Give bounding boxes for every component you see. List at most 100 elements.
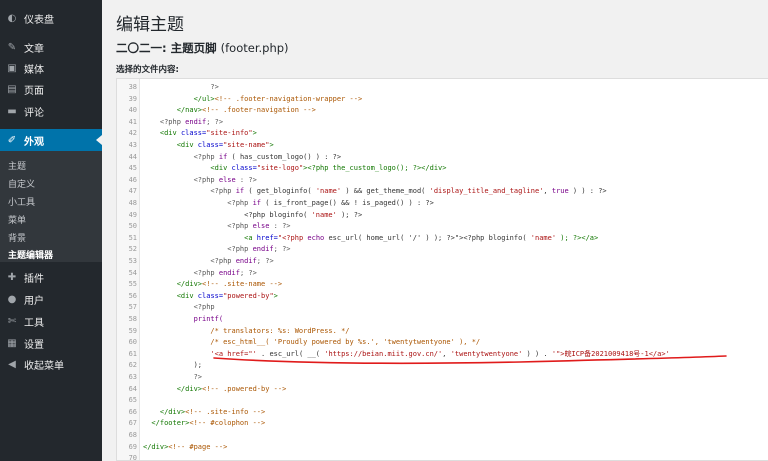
- sidebar-item-paintbrush[interactable]: ✐ 外观: [0, 129, 102, 151]
- code-token: 'name': [311, 210, 337, 219]
- code-line: 59 /* translators: %s: WordPress. */: [117, 326, 768, 336]
- code-token: if: [252, 199, 262, 207]
- code-token: class=: [231, 164, 257, 173]
- code-line: 47 <?php if ( get_bloginfo( 'name' ) && …: [117, 186, 768, 196]
- code-line: 61 '<a href="' . esc_url( __( 'https://b…: [117, 349, 768, 359]
- code-token: 'https://beian.miit.gov.cn/': [324, 349, 443, 358]
- code-token: "<?php: [277, 233, 308, 242]
- code-editor[interactable]: 38 ?> 39 </ul><!-- .footer-navigation-wra…: [116, 78, 768, 461]
- code-text: <?php endif; ?>: [143, 256, 274, 266]
- code-token: "powered-by": [223, 291, 274, 300]
- line-number: 40: [128, 106, 137, 115]
- code-token: 'name': [530, 233, 557, 242]
- sidebar-item-dashboard[interactable]: ◐ 仪表盘: [0, 7, 102, 29]
- file-title-prefix: 二〇二一: 主题页脚: [116, 41, 217, 55]
- code-token: ><?php the_custom_logo(); ?></div>: [303, 164, 447, 173]
- line-number: 62: [128, 361, 137, 370]
- sidebar-item-media[interactable]: ▣ 媒体: [0, 57, 102, 79]
- code-token: ?>: [143, 373, 203, 381]
- code-line: 49 <?php bloginfo( 'name' ); ?>: [117, 210, 768, 220]
- code-token: ) && get_theme_mod(: [341, 187, 430, 196]
- sidebar-item-wrench[interactable]: ✄ 工具: [0, 310, 102, 332]
- code-token: "site-info": [206, 129, 253, 138]
- code-line: 41 <?php endif; ?>: [117, 117, 768, 127]
- file-name: (footer.php): [220, 41, 289, 55]
- code-line: 62 );: [117, 360, 768, 370]
- code-token: class=: [197, 141, 224, 149]
- code-token: <!-- .powered-by -->: [202, 384, 287, 393]
- code-token: </div>: [143, 407, 186, 416]
- code-token: ; ?>: [256, 257, 274, 265]
- code-token: >: [273, 291, 278, 300]
- code-text: <div class="site-logo"><?php the_custom_…: [143, 163, 446, 173]
- submenu-item[interactable]: 主题编辑器: [8, 248, 53, 261]
- code-token: </ul>: [143, 94, 215, 103]
- sidebar-item-settings[interactable]: ▦ 设置: [0, 332, 102, 354]
- code-line: 51 <a href="<?php echo esc_url( home_url…: [117, 233, 768, 243]
- code-token: <div: [143, 291, 198, 300]
- pin-icon: ✎: [7, 41, 17, 53]
- code-text: <?php: [143, 302, 215, 312]
- code-text: <?php else : ?>: [143, 221, 290, 231]
- sidebar-item-comment[interactable]: ▬ 评论: [0, 100, 102, 122]
- code-line: 63 ?>: [117, 372, 768, 382]
- code-token: '<a href="': [143, 349, 257, 358]
- sidebar-item-label: 仪表盘: [24, 14, 54, 26]
- code-token: . esc_url( __(: [256, 349, 325, 358]
- sidebar-item-user[interactable]: ● 用户: [0, 288, 102, 310]
- code-line: 55 </div><!-- .site-name -->: [117, 279, 768, 289]
- code-token: class=: [197, 291, 224, 300]
- code-text: <?php if ( has_custom_logo() ) : ?>: [143, 152, 342, 162]
- sidebar-item-plugin[interactable]: ✚ 插件: [0, 266, 102, 288]
- code-token: <div: [143, 129, 181, 138]
- line-number: 54: [128, 268, 137, 277]
- line-number: 68: [128, 431, 137, 439]
- code-text: <div class="powered-by">: [143, 291, 278, 301]
- file-content-label: 选择的文件内容:: [116, 65, 179, 75]
- code-token: endif: [252, 245, 274, 254]
- sidebar-item-collapse[interactable]: ◀ 收起菜单: [0, 353, 102, 375]
- line-number: 41: [128, 117, 137, 126]
- appearance-submenu: 主题自定义小工具菜单背景主题编辑器: [0, 151, 102, 262]
- submenu-item[interactable]: 菜单: [8, 213, 26, 226]
- line-number: 70: [128, 454, 137, 461]
- code-token: "site-name": [223, 141, 270, 149]
- sidebar-item-label: 文章: [24, 43, 44, 55]
- code-line: 68: [117, 430, 768, 440]
- submenu-item[interactable]: 背景: [8, 231, 26, 244]
- code-text: </div><!-- .powered-by -->: [143, 384, 287, 394]
- line-number: 50: [128, 222, 137, 231]
- code-line: 39 </ul><!-- .footer-navigation-wrapper …: [117, 94, 768, 104]
- code-line: 54 <?php endif; ?>: [117, 268, 768, 278]
- code-token: </div>: [143, 384, 203, 393]
- line-number: 59: [128, 326, 137, 335]
- code-text: <?php if ( get_bloginfo( 'name' ) && get…: [143, 186, 606, 196]
- code-token: </footer>: [143, 419, 190, 428]
- submenu-item[interactable]: 自定义: [8, 177, 35, 190]
- code-line: 44 <?php if ( has_custom_logo() ) : ?>: [117, 152, 768, 162]
- code-token: <?php bloginfo(: [143, 210, 312, 219]
- line-number: 60: [128, 338, 137, 347]
- code-token: '">皖ICP备2021009418号-1</a>': [551, 349, 670, 358]
- code-token: </div>: [143, 442, 169, 451]
- line-number: 38: [128, 83, 137, 91]
- code-token: <!-- #page -->: [168, 442, 228, 451]
- code-line: 67 </footer><!-- #colophon -->: [117, 418, 768, 428]
- code-text: </div><!-- #page -->: [143, 442, 227, 452]
- submenu-item[interactable]: 小工具: [8, 195, 35, 208]
- code-token: <?php: [143, 268, 219, 277]
- code-token: /* esc_html__( 'Proudly powered by %s.',…: [143, 338, 481, 347]
- code-token: ,: [442, 349, 451, 358]
- submenu-item[interactable]: 主题: [8, 159, 26, 172]
- code-token: ); ?></a>: [556, 233, 599, 242]
- page-icon: ▤: [7, 83, 17, 95]
- code-token: <?php: [143, 257, 236, 265]
- code-token: class=: [180, 129, 207, 138]
- sidebar-item-pin[interactable]: ✎ 文章: [0, 36, 102, 58]
- code-text: <a href="<?php echo esc_url( home_url( '…: [143, 233, 598, 243]
- code-token: <!-- .footer-navigation -->: [202, 106, 316, 115]
- code-text: /* translators: %s: WordPress. */: [143, 326, 349, 336]
- code-text: /* esc_html__( 'Proudly powered by %s.',…: [143, 337, 480, 347]
- code-token: <?php: [143, 152, 219, 161]
- sidebar-item-page[interactable]: ▤ 页面: [0, 78, 102, 100]
